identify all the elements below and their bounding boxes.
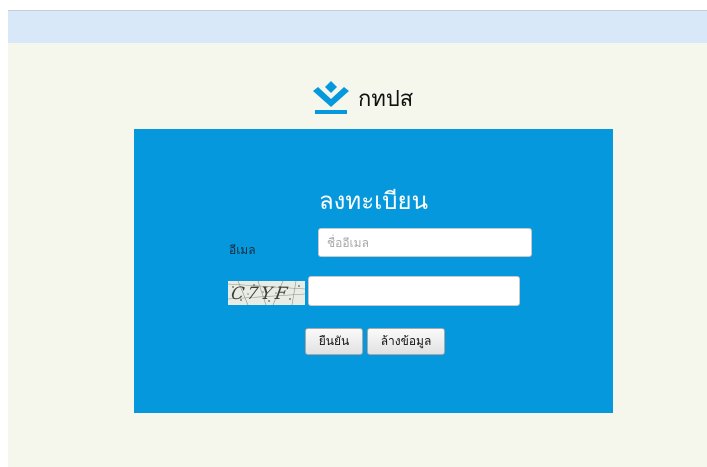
top-bar	[8, 10, 707, 43]
clear-button[interactable]: ล้างข้อมูล	[367, 328, 445, 355]
email-input[interactable]	[318, 228, 532, 257]
confirm-button[interactable]: ยืนยัน	[305, 328, 363, 355]
chevron-stack-logo-icon	[313, 81, 349, 114]
registration-panel: ลงทะเบียน อีเมล ชื่ออีเมล C7YF ยืนยัน ล้…	[134, 129, 613, 413]
captcha-image: C7YF	[228, 281, 305, 305]
captcha-input[interactable]	[308, 276, 520, 306]
site-logo: กทปส	[312, 78, 413, 118]
form-title: ลงทะเบียน	[318, 187, 429, 215]
logo-text: กทปส	[358, 86, 414, 112]
captcha-text: C7YF	[230, 284, 292, 304]
page-background: กทปส ลงทะเบียน อีเมล ชื่ออีเมล C7YF ยืนย…	[8, 10, 707, 467]
email-label: อีเมล	[229, 243, 256, 257]
